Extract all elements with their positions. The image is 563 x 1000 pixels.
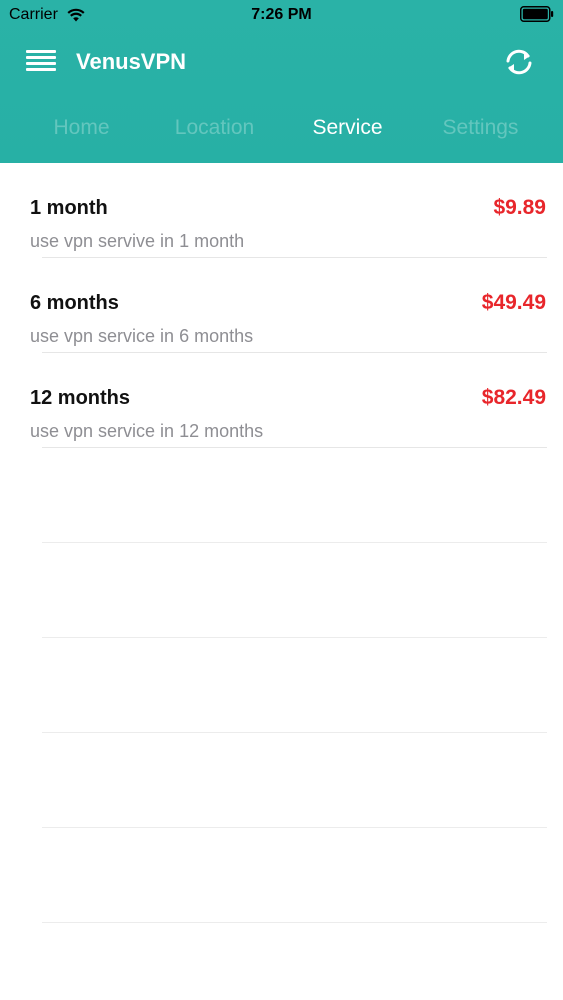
tab-service[interactable]: Service xyxy=(281,104,414,156)
empty-list-row xyxy=(0,543,563,638)
plan-price: $9.89 xyxy=(493,196,546,219)
empty-list-row xyxy=(0,638,563,733)
plan-name: 6 months xyxy=(30,292,119,314)
plan-price: $82.49 xyxy=(481,386,546,409)
status-bar: Carrier 7:26 PM xyxy=(0,0,563,30)
app-title: VenusVPN xyxy=(76,49,187,74)
empty-list-row xyxy=(0,828,563,923)
empty-list-row xyxy=(0,733,563,828)
plan-description: use vpn servive in 1 month xyxy=(30,231,245,251)
plan-description: use vpn service in 12 months xyxy=(30,421,264,441)
hamburger-menu-icon xyxy=(26,50,56,53)
tab-bar: Home Location Service Settings xyxy=(0,104,563,156)
row-divider xyxy=(42,922,547,923)
plan-row-1-month[interactable]: 1 month use vpn servive in 1 month $9.89 xyxy=(0,163,563,258)
plan-price: $49.49 xyxy=(481,291,546,314)
empty-list-row xyxy=(0,448,563,543)
plan-name: 1 month xyxy=(30,197,108,219)
app-header: Carrier 7:26 PM VenusVPN Home Location S… xyxy=(0,0,563,163)
tab-settings[interactable]: Settings xyxy=(414,104,547,156)
plan-description: use vpn service in 6 months xyxy=(30,326,254,346)
refresh-icon[interactable] xyxy=(503,48,535,76)
menu-button[interactable] xyxy=(26,50,56,74)
tab-home[interactable]: Home xyxy=(15,104,148,156)
plan-name: 12 months xyxy=(30,387,131,409)
title-bar: VenusVPN xyxy=(0,36,563,90)
battery-icon xyxy=(520,6,554,22)
plan-row-6-months[interactable]: 6 months use vpn service in 6 months $49… xyxy=(0,258,563,353)
tab-location[interactable]: Location xyxy=(148,104,281,156)
plan-list: 1 month use vpn servive in 1 month $9.89… xyxy=(0,163,563,923)
status-time: 7:26 PM xyxy=(251,6,312,23)
plan-row-12-months[interactable]: 12 months use vpn service in 12 months $… xyxy=(0,353,563,448)
